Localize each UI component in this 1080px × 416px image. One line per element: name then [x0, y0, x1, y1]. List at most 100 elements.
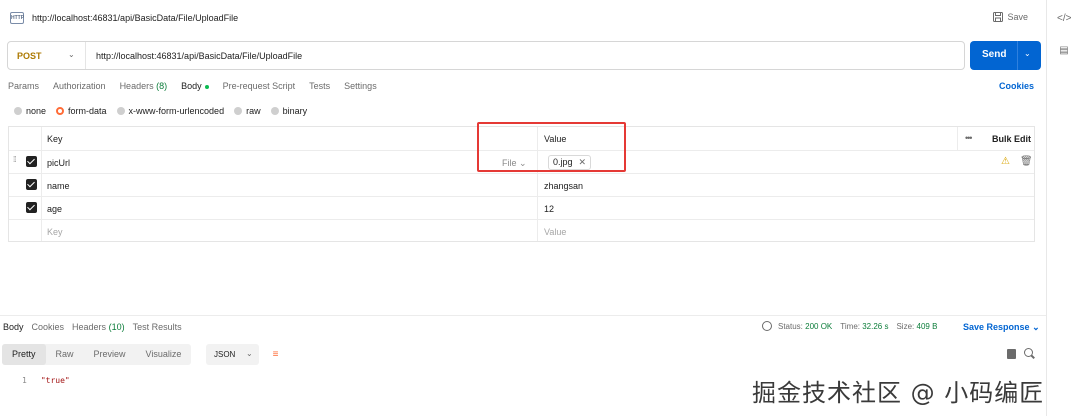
response-body-text[interactable]: "true" [41, 376, 70, 385]
line-number: 1 [22, 376, 27, 385]
row-value[interactable]: 12 [544, 204, 554, 214]
tab-settings[interactable]: Settings [344, 81, 377, 95]
tab-params[interactable]: Params [8, 81, 39, 95]
response-status-bar: Status: 200 OK Time: 32.26 s Size: 409 B [762, 321, 937, 331]
radio-form-data[interactable] [56, 107, 65, 115]
response-tabs: Body Cookies Headers (10) Test Results [3, 322, 190, 332]
tab-headers-label: Headers [119, 81, 154, 91]
chevron-down-icon: ⌄ [246, 349, 253, 358]
response-code-line: 1 "true" [22, 376, 70, 385]
cookies-link[interactable]: Cookies [999, 81, 1034, 91]
search-icon[interactable] [1024, 348, 1033, 357]
warning-icon[interactable]: ⚠ [1001, 156, 1010, 167]
globe-icon[interactable] [762, 321, 772, 331]
format-select[interactable]: JSON ⌄ [206, 344, 259, 365]
radio-none[interactable] [14, 107, 22, 115]
view-pretty[interactable]: Pretty [2, 344, 46, 365]
size-value[interactable]: 409 B [917, 322, 938, 331]
save-icon [993, 12, 1004, 22]
row-key[interactable]: name [47, 181, 70, 191]
format-label: JSON [214, 350, 236, 359]
save-button[interactable]: Save [993, 12, 1028, 22]
request-pane: HTTP http://localhost:46831/api/BasicDat… [0, 0, 1046, 416]
response-tab-cookies[interactable]: Cookies [32, 322, 65, 332]
response-tab-body[interactable]: Body [3, 322, 24, 332]
body-type-selector: none form-data x-www-form-urlencoded raw… [14, 106, 317, 116]
response-view-tabs: Pretty Raw Preview Visualize [2, 344, 192, 365]
body-active-dot-icon [204, 84, 209, 89]
body-type-binary-label: binary [282, 106, 308, 116]
tab-body[interactable]: Body [181, 81, 209, 95]
drag-handle-icon[interactable]: ⁞⁞ [13, 156, 17, 164]
tab-headers[interactable]: Headers (8) [120, 81, 168, 95]
http-request-icon: HTTP [10, 12, 24, 24]
wrap-lines-icon[interactable]: ≡ [265, 344, 286, 365]
view-preview[interactable]: Preview [84, 344, 136, 365]
watermark-text: 掘金技术社区 @ 小码编匠 [752, 379, 1045, 407]
time-value[interactable]: 32.26 s [862, 322, 888, 331]
table-row[interactable]: name zhangsan [9, 173, 1034, 196]
code-icon[interactable]: </> [1057, 12, 1071, 26]
send-button[interactable]: Send ⌄ [970, 41, 1041, 70]
row-checkbox[interactable] [26, 156, 37, 167]
table-row[interactable]: age 12 [9, 196, 1034, 219]
row-checkbox[interactable] [26, 202, 37, 213]
row-checkbox[interactable] [26, 179, 37, 190]
more-options-icon[interactable]: ••• [965, 133, 973, 143]
request-title[interactable]: http://localhost:46831/api/BasicData/Fil… [32, 13, 238, 23]
tab-prerequest-script[interactable]: Pre-request Script [223, 81, 296, 95]
new-key-input[interactable]: Key [47, 227, 63, 237]
body-type-form-data-label: form-data [68, 106, 107, 116]
send-label: Send [982, 49, 1007, 60]
key-column-header: Key [47, 134, 63, 144]
send-options-chevron-icon[interactable]: ⌄ [1024, 49, 1031, 58]
radio-binary[interactable] [270, 107, 279, 115]
new-value-input[interactable]: Value [544, 227, 566, 237]
response-tab-headers-label: Headers [72, 322, 107, 332]
chevron-down-icon: ⌄ [1032, 322, 1040, 332]
method-select[interactable]: POST ⌄ [8, 42, 86, 69]
save-label: Save [1007, 12, 1028, 22]
radio-urlencoded[interactable] [116, 107, 125, 115]
delete-icon[interactable]: 🗑 [1020, 156, 1033, 167]
url-input[interactable]: http://localhost:46831/api/BasicData/Fil… [96, 51, 302, 61]
bulk-edit-button[interactable]: Bulk Edit [992, 134, 1031, 144]
annotation-highlight-box [477, 122, 626, 172]
response-tab-headers-count: (10) [108, 322, 125, 332]
response-tab-headers[interactable]: Headers (10) [72, 322, 125, 332]
body-type-binary[interactable]: binary [270, 106, 308, 116]
row-key[interactable]: age [47, 204, 62, 214]
tab-authorization[interactable]: Authorization [53, 81, 106, 95]
row-value[interactable]: zhangsan [544, 181, 583, 191]
url-bar: POST ⌄ http://localhost:46831/api/BasicD… [7, 41, 965, 70]
response-divider [0, 315, 1046, 316]
status-value[interactable]: 200 OK [805, 322, 832, 331]
response-tab-test-results[interactable]: Test Results [133, 322, 182, 332]
body-type-none-label: none [26, 106, 47, 116]
method-label: POST [17, 51, 42, 61]
body-type-raw-label: raw [246, 106, 261, 116]
body-type-none[interactable]: none [14, 106, 46, 116]
table-row-new[interactable]: Key Value [9, 219, 1034, 242]
status-label: Status: [778, 321, 803, 331]
save-response-button[interactable]: Save Response ⌄ [963, 322, 1040, 333]
size-label: Size: [896, 321, 915, 331]
view-visualize[interactable]: Visualize [136, 344, 192, 365]
body-type-urlencoded[interactable]: x-www-form-urlencoded [116, 106, 225, 116]
documentation-icon[interactable]: ▤ [1057, 44, 1071, 58]
view-raw[interactable]: Raw [46, 344, 84, 365]
tab-tests[interactable]: Tests [309, 81, 330, 95]
request-header: HTTP http://localhost:46831/api/BasicDat… [0, 0, 1046, 36]
radio-raw[interactable] [234, 107, 243, 115]
body-type-urlencoded-label: x-www-form-urlencoded [128, 106, 225, 116]
body-type-form-data[interactable]: form-data [56, 106, 107, 116]
save-response-label: Save Response [963, 322, 1030, 332]
right-sidebar: </> ▤ [1046, 0, 1080, 416]
copy-icon[interactable] [1007, 349, 1016, 359]
body-type-raw[interactable]: raw [234, 106, 261, 116]
tab-headers-count: (8) [156, 81, 168, 91]
row-key[interactable]: picUrl [47, 158, 70, 168]
send-divider [1017, 41, 1018, 70]
time-label: Time: [840, 321, 860, 331]
request-tabs: Params Authorization Headers (8) Body Pr… [8, 81, 391, 95]
